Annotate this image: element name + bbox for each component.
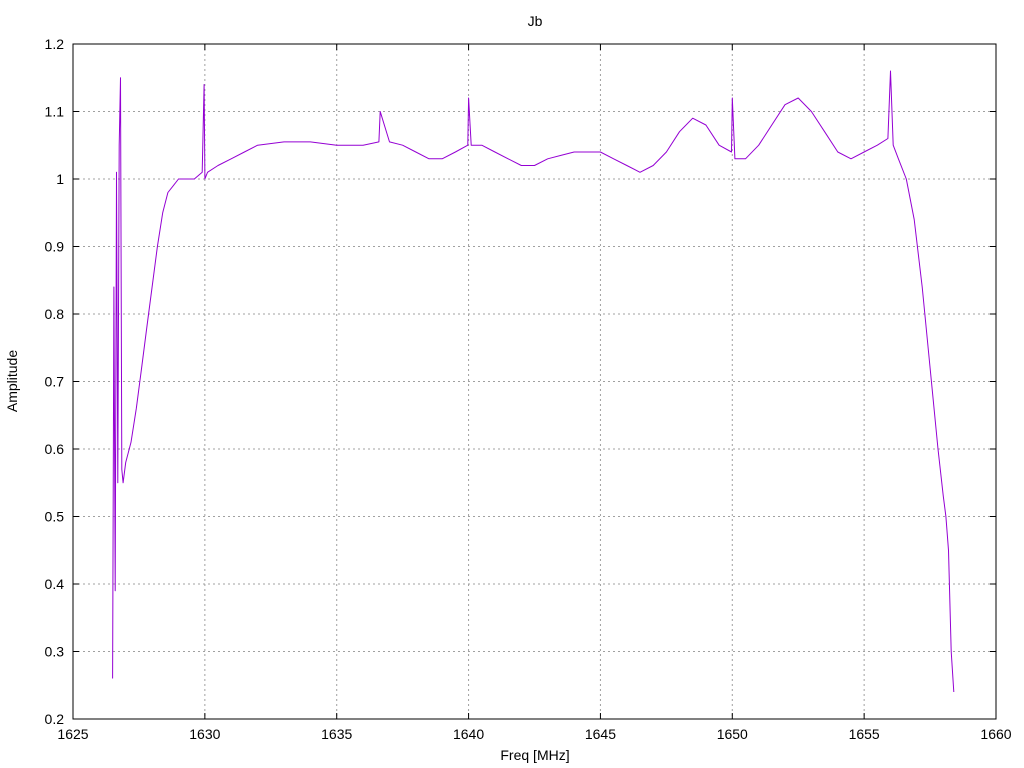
chart-title: Jb xyxy=(528,13,543,29)
y-tick-label: 0.9 xyxy=(45,239,65,255)
y-tick-label: 0.3 xyxy=(45,644,65,660)
y-tick-label: 1.2 xyxy=(45,36,65,52)
x-tick-label: 1645 xyxy=(585,726,616,742)
x-tick-label: 1640 xyxy=(453,726,484,742)
y-tick-label: 1.1 xyxy=(45,104,65,120)
x-axis-label: Freq [MHz] xyxy=(500,747,569,763)
y-tick-label: 1 xyxy=(56,171,64,187)
y-axis-label: Amplitude xyxy=(4,350,20,412)
x-tick-label: 1630 xyxy=(189,726,220,742)
x-tick-label: 1660 xyxy=(980,726,1011,742)
y-tick-label: 0.2 xyxy=(45,711,65,727)
chart-background xyxy=(0,0,1024,768)
x-tick-label: 1655 xyxy=(849,726,880,742)
y-tick-label: 0.8 xyxy=(45,306,65,322)
y-tick-label: 0.6 xyxy=(45,441,65,457)
x-tick-label: 1635 xyxy=(321,726,352,742)
y-tick-label: 0.7 xyxy=(45,374,65,390)
line-chart: 1625 1630 1635 1640 1645 1650 1655 1660 0.2 0.3 0.… xyxy=(0,0,1024,768)
y-tick-label: 0.4 xyxy=(45,576,65,592)
y-tick-label: 0.5 xyxy=(45,509,65,525)
x-tick-label: 1625 xyxy=(57,726,88,742)
x-tick-label: 1650 xyxy=(717,726,748,742)
